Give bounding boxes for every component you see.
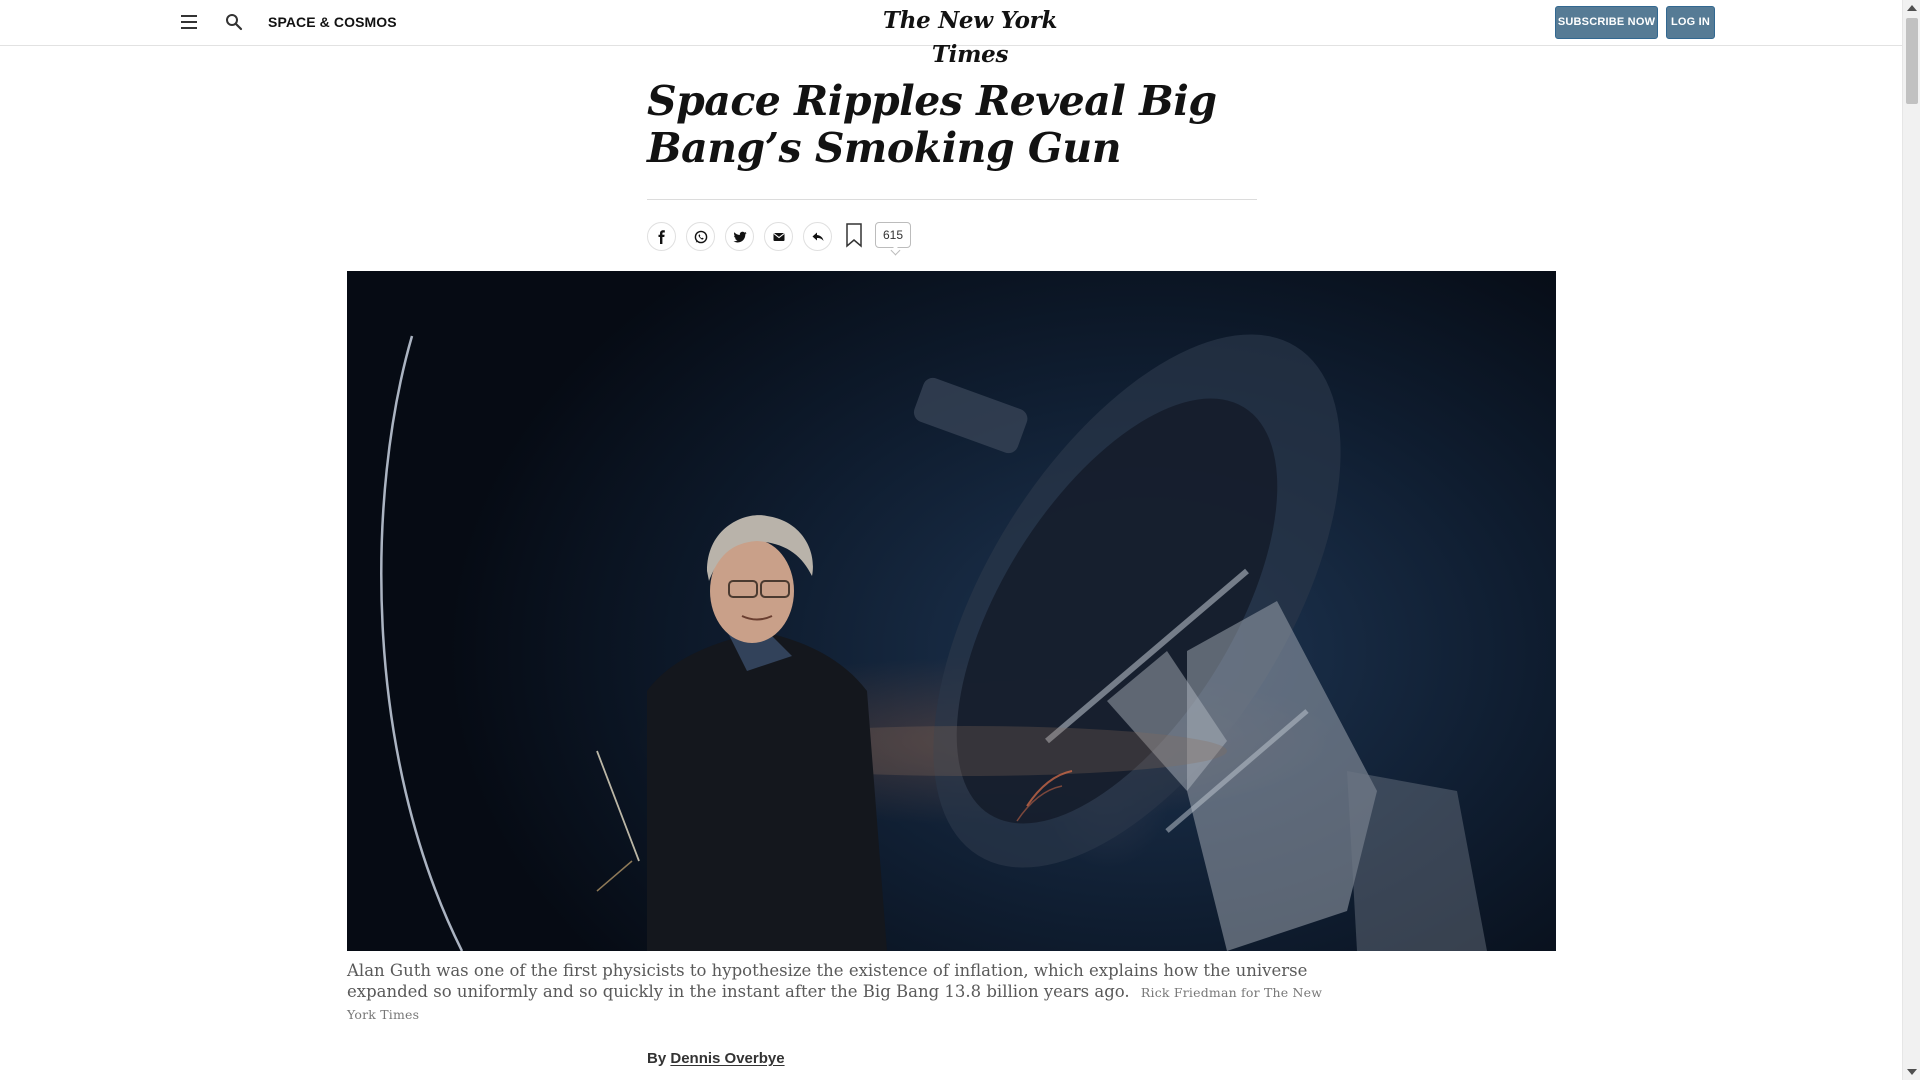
scroll-down-icon[interactable] xyxy=(1907,1069,1917,1075)
byline-prefix: By xyxy=(647,1050,667,1067)
lead-photo xyxy=(347,271,1556,951)
vertical-scrollbar[interactable] xyxy=(1902,0,1920,1080)
whatsapp-icon[interactable] xyxy=(686,222,715,251)
twitter-icon[interactable] xyxy=(725,222,754,251)
light-streak xyxy=(380,335,464,951)
author-link[interactable]: Dennis Overbye xyxy=(670,1050,784,1067)
photo-caption: Alan Guth was one of the first physicist… xyxy=(347,960,1347,1025)
telescope-base xyxy=(1347,771,1487,951)
light-streak xyxy=(596,860,633,892)
bookmark-icon[interactable] xyxy=(845,223,863,248)
photo-scene xyxy=(380,334,1487,951)
section-link[interactable]: SPACE & COSMOS xyxy=(268,14,397,30)
top-navigation-bar: SPACE & COSMOS The New York Times SUBSCR… xyxy=(0,0,1902,68)
facebook-icon[interactable] xyxy=(647,222,676,251)
person-jacket xyxy=(647,631,887,951)
comments-button[interactable]: 615 xyxy=(875,222,911,256)
byline: By Dennis Overbye xyxy=(647,1050,785,1067)
share-icon[interactable] xyxy=(803,222,832,251)
scroll-up-icon[interactable] xyxy=(1907,5,1917,11)
light-streak xyxy=(596,750,640,862)
article-headline: Space Ripples Reveal Big Bang’s Smoking … xyxy=(647,77,1217,172)
login-button[interactable]: LOG IN xyxy=(1666,6,1715,39)
menu-icon[interactable] xyxy=(180,13,198,31)
telescope-tube xyxy=(913,377,1028,454)
nyt-logo[interactable]: The New York Times xyxy=(850,4,1090,68)
comment-count: 615 xyxy=(882,228,904,242)
speech-bubble-tail xyxy=(890,245,901,256)
search-icon[interactable] xyxy=(224,12,244,32)
email-icon[interactable] xyxy=(764,222,793,251)
divider xyxy=(647,199,1257,200)
subscribe-button[interactable]: SUBSCRIBE NOW xyxy=(1555,6,1658,39)
scroll-thumb[interactable] xyxy=(1906,18,1918,104)
